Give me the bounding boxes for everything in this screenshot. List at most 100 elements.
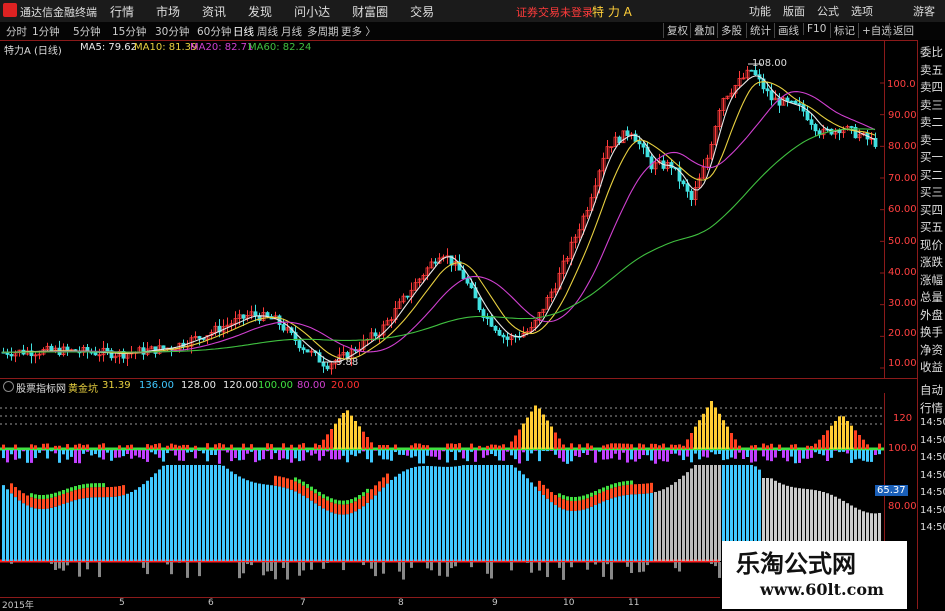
menu-item-discover[interactable]: 发现 bbox=[248, 3, 272, 20]
indicator-column bbox=[158, 470, 161, 561]
menu-item-market[interactable]: 市场 bbox=[156, 3, 180, 20]
candle-body bbox=[50, 346, 53, 350]
period-tab-1min[interactable]: 1分钟 bbox=[32, 24, 60, 39]
side-panel-item: 买五 bbox=[920, 219, 943, 235]
indicator-column bbox=[394, 477, 397, 561]
indicator-column bbox=[190, 465, 193, 561]
indicator-bar-up bbox=[718, 414, 721, 449]
period-tab-30min[interactable]: 30分钟 bbox=[155, 24, 189, 39]
side-panel-item[interactable]: 行情 bbox=[920, 400, 943, 416]
indicator-bar-low bbox=[546, 562, 549, 577]
stats-button[interactable]: 统计 bbox=[746, 23, 771, 38]
indicator-column bbox=[382, 487, 385, 561]
indicator-column bbox=[302, 496, 305, 561]
indicator-column-cap bbox=[626, 485, 629, 495]
candle-body bbox=[786, 98, 789, 101]
candle-body bbox=[198, 336, 201, 338]
indicator-column bbox=[598, 503, 601, 561]
indicator-column-cap bbox=[326, 496, 329, 500]
indicator-bar-down bbox=[742, 450, 745, 459]
menu-item-layout[interactable]: 版面 bbox=[783, 3, 805, 19]
indicator-column bbox=[658, 491, 661, 561]
add-watchlist-button[interactable]: +自选 bbox=[858, 23, 892, 38]
indicator-bar-down bbox=[674, 450, 677, 454]
indicator-bar-down bbox=[626, 450, 629, 463]
indicator-column bbox=[122, 495, 125, 561]
menu-item-options[interactable]: 选项 bbox=[851, 3, 873, 19]
indicator-bar-up bbox=[326, 434, 329, 449]
side-panel-item: 卖二 bbox=[920, 114, 943, 130]
indicator-toggle-icon[interactable] bbox=[3, 381, 14, 392]
back-button[interactable]: 返回 bbox=[889, 23, 914, 38]
period-tab-5min[interactable]: 5分钟 bbox=[73, 24, 101, 39]
indicator-bar-up bbox=[778, 445, 781, 449]
moving-average-line bbox=[2, 82, 875, 359]
menu-item-function[interactable]: 功能 bbox=[749, 3, 771, 19]
indicator-bar-down bbox=[210, 450, 213, 455]
indicator-column bbox=[518, 471, 521, 561]
indicator-bar-up bbox=[314, 444, 317, 449]
indicator-bar-up bbox=[690, 433, 693, 449]
date-label: 6 bbox=[208, 598, 214, 608]
indicator-bar-down bbox=[34, 450, 37, 458]
adjust-button[interactable]: 复权 bbox=[663, 23, 688, 38]
menu-item-news[interactable]: 资讯 bbox=[202, 3, 226, 20]
indicator-bar-up bbox=[2, 445, 5, 449]
indicator-column bbox=[274, 486, 277, 561]
indicator-column bbox=[578, 510, 581, 561]
multi-stock-button[interactable]: 多股 bbox=[717, 23, 742, 38]
period-tab-daily[interactable]: 日线 bbox=[233, 24, 254, 39]
indicator-bar-up bbox=[46, 443, 49, 449]
indicator-bar-down bbox=[82, 450, 85, 454]
indicator-bar-low bbox=[526, 562, 529, 563]
indicator-bar-down bbox=[54, 450, 57, 453]
indicator-column bbox=[18, 500, 21, 561]
menu-item-quotes[interactable]: 行情 bbox=[110, 3, 134, 20]
period-tab-monthly[interactable]: 月线 bbox=[281, 24, 302, 39]
indicator-column bbox=[594, 505, 597, 561]
period-tab-15min[interactable]: 15分钟 bbox=[112, 24, 146, 39]
menu-item-trade[interactable]: 交易 bbox=[410, 3, 434, 20]
indicator-bar-down bbox=[194, 450, 197, 458]
indicator-bar-down bbox=[370, 450, 373, 462]
indicator-bar-low bbox=[270, 562, 273, 571]
indicator-bar-down bbox=[414, 450, 417, 456]
draw-line-button[interactable]: 画线 bbox=[774, 23, 799, 38]
indicator-value: 20.00 bbox=[331, 380, 360, 391]
candle-body bbox=[322, 362, 325, 366]
indicator-column-cap bbox=[34, 498, 37, 508]
login-warning[interactable]: 证券交易未登录 bbox=[516, 4, 593, 20]
period-tab-60min[interactable]: 60分钟 bbox=[197, 24, 231, 39]
indicator-column-cap bbox=[322, 494, 325, 498]
menu-item-ask[interactable]: 问小达 bbox=[294, 3, 330, 20]
side-panel-item: 14:50 bbox=[920, 470, 945, 481]
indicator-column-cap bbox=[290, 480, 293, 490]
period-tab-weekly[interactable]: 周线 bbox=[257, 24, 278, 39]
candlestick-chart[interactable]: 特力A (日线) MA5: 79.62 MA10: 81.39 MA20: 82… bbox=[0, 40, 917, 378]
indicator-bar-down bbox=[774, 450, 777, 458]
indicator-bar-down bbox=[442, 450, 445, 451]
period-tab-more[interactable]: 更多 〉 bbox=[341, 24, 376, 39]
indicator-bar-down bbox=[306, 450, 309, 452]
menu-item-wealth[interactable]: 财富圈 bbox=[352, 3, 388, 20]
guest-label[interactable]: 游客 bbox=[913, 3, 935, 19]
indicator-bar-down bbox=[858, 450, 861, 459]
indicator-column-cap bbox=[342, 505, 345, 515]
indicator-bar-down bbox=[178, 450, 181, 461]
indicator-column-cap bbox=[570, 501, 573, 511]
indicator-bar-down bbox=[118, 450, 121, 458]
f10-button[interactable]: F10 bbox=[803, 23, 826, 35]
indicator-column bbox=[150, 477, 153, 561]
mark-button[interactable]: 标记 bbox=[830, 23, 855, 38]
period-tab-tick[interactable]: 分时 bbox=[6, 24, 27, 39]
overlay-button[interactable]: 叠加 bbox=[690, 23, 715, 38]
indicator-column bbox=[242, 479, 245, 561]
period-tab-multi[interactable]: 多周期 bbox=[307, 24, 339, 39]
indicator-bar-down bbox=[182, 450, 185, 461]
indicator-column bbox=[334, 514, 337, 561]
indicator-bar-low bbox=[446, 562, 449, 577]
indicator-column-cap bbox=[38, 499, 41, 509]
menu-item-formula[interactable]: 公式 bbox=[817, 3, 839, 19]
side-panel-item[interactable]: 自动 bbox=[920, 382, 943, 398]
moving-average-line bbox=[2, 76, 875, 362]
